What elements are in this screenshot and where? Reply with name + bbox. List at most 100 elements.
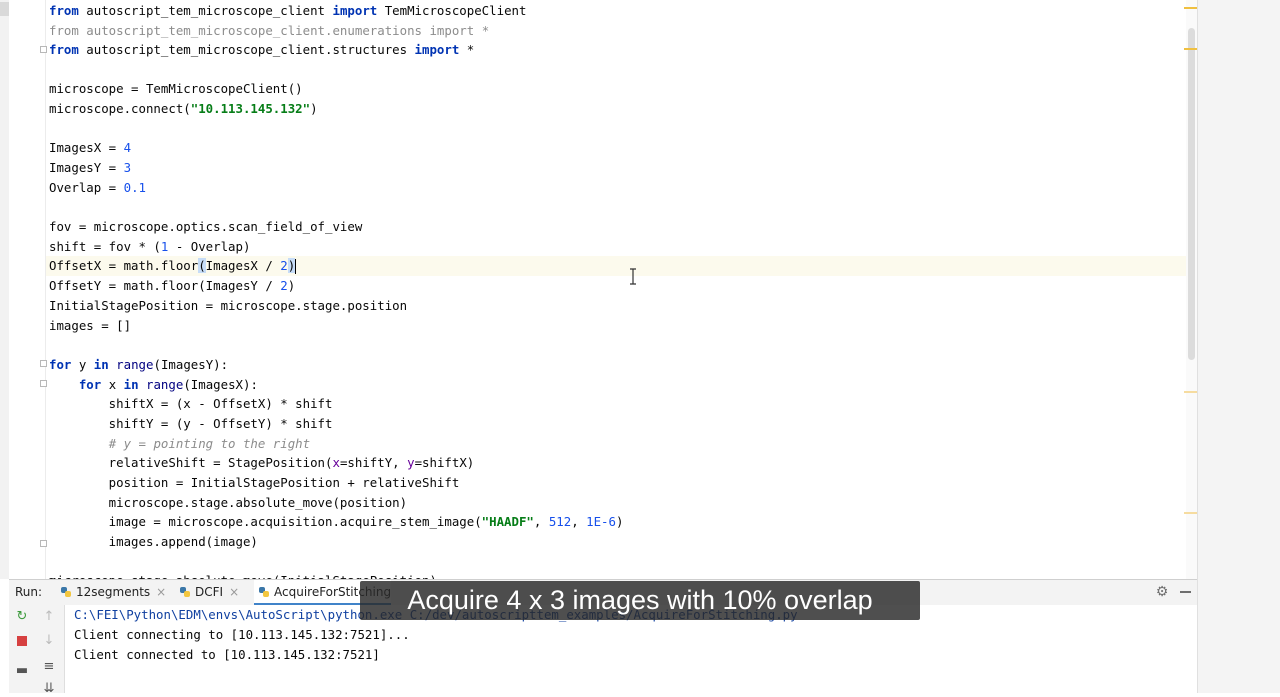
code-token: 0.1 bbox=[123, 180, 146, 195]
code-token: # y = pointing to the right bbox=[108, 436, 311, 451]
code-token: autoscript_tem_microscope_client bbox=[78, 3, 333, 18]
layout-icon[interactable]: ▬ bbox=[14, 663, 30, 679]
code-token: 1E-6 bbox=[586, 514, 616, 529]
code-token: shift = fov * ( bbox=[49, 239, 161, 254]
code-line[interactable]: relativeShift = StagePosition(x=shiftY, … bbox=[49, 453, 475, 473]
code-token: relativeShift = StagePosition( bbox=[49, 455, 333, 470]
run-toolbar: ↻ ↑ ↓ ▬ ≡ ⇊ bbox=[9, 605, 65, 696]
code-token: ImagesX / bbox=[205, 258, 281, 273]
code-token: - Overlap) bbox=[168, 239, 251, 254]
code-line[interactable]: position = InitialStagePosition + relati… bbox=[49, 473, 460, 493]
code-token: 4 bbox=[123, 140, 132, 155]
tool-strip-marker[interactable] bbox=[0, 2, 9, 16]
code-line[interactable]: microscope = TemMicroscopeClient() bbox=[49, 79, 303, 99]
code-line[interactable]: images = [] bbox=[49, 316, 131, 336]
code-token: 512 bbox=[548, 514, 572, 529]
code-token: ImagesY = bbox=[49, 160, 124, 175]
code-token: autoscript_tem_microscope_client.structu… bbox=[78, 42, 415, 57]
info-marker[interactable] bbox=[1184, 391, 1197, 393]
run-label: Run: bbox=[15, 585, 43, 599]
info-marker[interactable] bbox=[1184, 512, 1197, 514]
code-line[interactable]: OffsetY = math.floor(ImagesY / 2) bbox=[49, 276, 295, 296]
code-line[interactable]: ImagesX = 4 bbox=[49, 138, 131, 158]
code-token: InitialStagePosition = microscope.stage.… bbox=[49, 298, 408, 313]
code-token: position = InitialStagePosition + relati… bbox=[49, 475, 460, 490]
code-token: =shiftX) bbox=[414, 455, 475, 470]
code-line[interactable]: for y in range(ImagesY): bbox=[49, 355, 228, 375]
console-line: Client connected to [10.113.145.132:7521… bbox=[74, 646, 380, 662]
code-token: OffsetX = math.floor bbox=[49, 258, 199, 273]
code-line[interactable]: from autoscript_tem_microscope_client.en… bbox=[49, 21, 489, 41]
code-line[interactable]: from autoscript_tem_microscope_client.st… bbox=[49, 40, 474, 60]
code-token: ( bbox=[198, 258, 206, 273]
code-token: x bbox=[101, 377, 124, 392]
code-token: (ImagesX): bbox=[183, 377, 258, 392]
run-tab[interactable]: 12segments × bbox=[56, 580, 166, 605]
gear-icon[interactable]: ⚙ bbox=[1154, 584, 1170, 600]
code-token: ) bbox=[310, 101, 318, 116]
code-token: range bbox=[116, 357, 154, 372]
editor-scrollbar-thumb[interactable] bbox=[1188, 28, 1195, 360]
current-code-line[interactable]: OffsetX = math.floor(ImagesX / 2) bbox=[46, 256, 1197, 276]
code-line[interactable]: # y = pointing to the right bbox=[49, 434, 310, 454]
code-line[interactable]: shiftY = (y - OffsetY) * shift bbox=[49, 414, 333, 434]
run-tab-label: 12segments bbox=[76, 585, 151, 599]
code-token: y bbox=[71, 357, 94, 372]
scroll-up-icon[interactable]: ↑ bbox=[41, 609, 57, 625]
left-tool-strip bbox=[0, 0, 9, 579]
code-token: TemMicroscopeClient bbox=[377, 3, 527, 18]
scroll-down-icon[interactable]: ↓ bbox=[41, 633, 57, 649]
code-token: y bbox=[407, 455, 415, 470]
right-side-pane bbox=[1197, 0, 1280, 693]
code-line[interactable]: InitialStagePosition = microscope.stage.… bbox=[49, 296, 407, 316]
code-token: microscope.connect( bbox=[49, 101, 191, 116]
code-token: microscope.stage.absolute_move(position) bbox=[49, 495, 408, 510]
code-token: ) bbox=[287, 278, 296, 293]
code-line[interactable]: Overlap = 0.1 bbox=[49, 178, 146, 198]
close-icon[interactable]: × bbox=[156, 585, 166, 599]
code-editor[interactable]: from autoscript_tem_microscope_client im… bbox=[46, 0, 1197, 579]
close-icon[interactable]: × bbox=[229, 585, 239, 599]
code-token: ) bbox=[615, 514, 624, 529]
scroll-to-end-icon[interactable]: ⇊ bbox=[41, 681, 57, 697]
code-line[interactable]: shift = fov * (1 - Overlap) bbox=[49, 237, 250, 257]
code-token: from bbox=[49, 42, 79, 57]
video-caption: Acquire 4 x 3 images with 10% overlap bbox=[360, 581, 920, 620]
code-line[interactable]: shiftX = (x - OffsetX) * shift bbox=[49, 394, 333, 414]
code-token: OffsetY = math.floor(ImagesY / bbox=[49, 278, 281, 293]
soft-wrap-icon[interactable]: ≡ bbox=[41, 659, 57, 675]
run-tab[interactable]: DCFI × bbox=[175, 580, 239, 605]
warning-marker[interactable] bbox=[1184, 7, 1197, 9]
code-line[interactable]: microscope.connect("10.113.145.132") bbox=[49, 99, 318, 119]
code-line[interactable]: for x in range(ImagesX): bbox=[49, 375, 258, 395]
code-token: "HAADF" bbox=[481, 514, 534, 529]
code-token: "10.113.145.132" bbox=[190, 101, 311, 116]
code-token: autoscript_tem_microscope_client.enumera… bbox=[78, 23, 430, 38]
minimize-icon[interactable] bbox=[1180, 591, 1191, 593]
code-line[interactable]: image = microscope.acquisition.acquire_s… bbox=[49, 512, 624, 532]
code-line[interactable]: microscope.stage.absolute_move(InitialSt… bbox=[49, 571, 437, 579]
code-token: microscope = TemMicroscopeClient() bbox=[49, 81, 303, 96]
text-caret bbox=[295, 259, 297, 274]
stop-icon[interactable] bbox=[14, 633, 30, 649]
code-token: in bbox=[123, 377, 139, 392]
code-line[interactable]: microscope.stage.absolute_move(position) bbox=[49, 493, 407, 513]
code-token: in bbox=[93, 357, 109, 372]
code-line[interactable]: ImagesY = 3 bbox=[49, 158, 131, 178]
code-token: range bbox=[146, 377, 184, 392]
code-token: * bbox=[459, 42, 475, 57]
warning-marker[interactable] bbox=[1184, 48, 1197, 50]
code-line[interactable]: images.append(image) bbox=[49, 532, 258, 552]
code-token: , bbox=[571, 514, 587, 529]
code-token: =shiftY, bbox=[339, 455, 408, 470]
code-token: from bbox=[49, 23, 79, 38]
code-token: for bbox=[49, 357, 72, 372]
console-line: Client connecting to [10.113.145.132:752… bbox=[74, 626, 410, 642]
code-line[interactable]: fov = microscope.optics.scan_field_of_vi… bbox=[49, 217, 362, 237]
code-line[interactable]: from autoscript_tem_microscope_client im… bbox=[49, 1, 526, 21]
code-token: (ImagesY): bbox=[153, 357, 229, 372]
rerun-icon[interactable]: ↻ bbox=[14, 609, 30, 625]
code-token: from bbox=[49, 3, 79, 18]
